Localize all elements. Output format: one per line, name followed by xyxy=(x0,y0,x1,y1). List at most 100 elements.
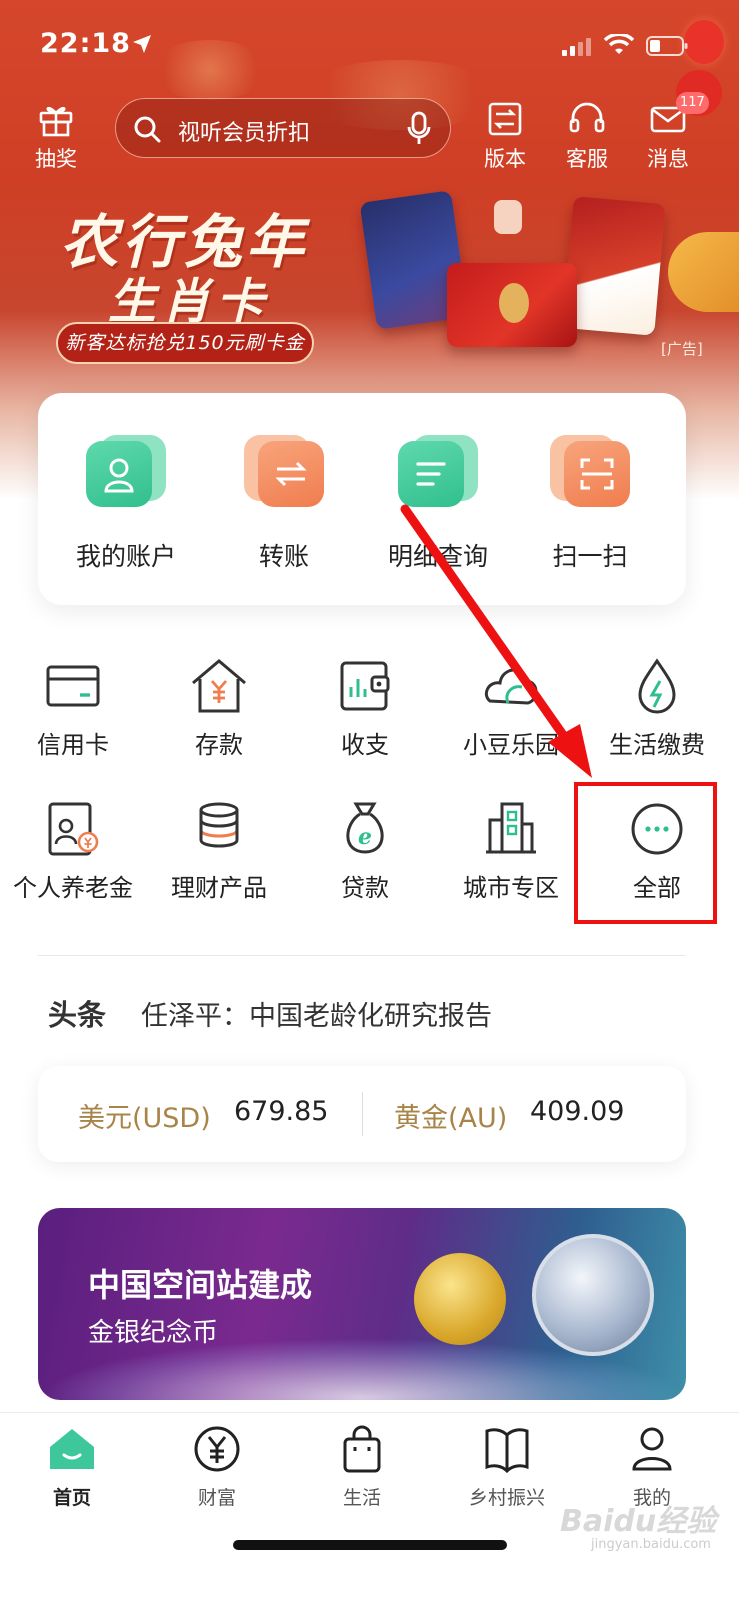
gold-decoration xyxy=(668,232,739,312)
loan-label: 贷款 xyxy=(341,874,389,902)
ad-tag: [广告] xyxy=(661,340,703,358)
section-divider xyxy=(38,955,686,956)
yuan-icon xyxy=(194,1426,240,1472)
lantern-decoration xyxy=(494,200,522,234)
status-time: 22:18 xyxy=(40,28,131,59)
my-account-button[interactable]: 我的账户 xyxy=(56,429,196,573)
coin-promo-subtitle: 金银纪念币 xyxy=(88,1318,219,1348)
highlight-box xyxy=(574,782,717,924)
search-bar[interactable]: 视听会员折扣 xyxy=(115,98,451,158)
silver-coin-image xyxy=(532,1234,654,1356)
watermark: Baidu经验 xyxy=(560,1504,717,1539)
profile-icon xyxy=(632,1427,672,1471)
city-zone-button[interactable]: 城市专区 xyxy=(438,798,584,903)
book-icon xyxy=(485,1428,529,1474)
shopping-bag-icon xyxy=(343,1425,381,1473)
watermark-url: jingyan.baidu.com xyxy=(591,1537,711,1552)
red-card-image xyxy=(447,263,577,347)
detail-query-button[interactable]: 明细查询 xyxy=(368,429,508,573)
rabbit-card-image xyxy=(562,196,666,336)
bean-garden-label: 小豆乐园 xyxy=(463,731,559,759)
svg-text:e: e xyxy=(358,824,372,850)
deposit-icon xyxy=(192,659,246,713)
personal-pension-label: 个人养老金 xyxy=(13,874,133,902)
usd-label: 美元(USD) xyxy=(78,1103,211,1134)
banner-offer: 新客达标抢兑150元刷卡金 xyxy=(56,322,314,364)
loan-icon: e xyxy=(346,802,384,854)
tab-home-label: 首页 xyxy=(52,1487,91,1509)
garden-icon xyxy=(484,668,538,705)
wifi-icon xyxy=(604,34,634,54)
customer-service-button[interactable]: 客服 xyxy=(552,101,622,173)
deposit-label: 存款 xyxy=(195,731,243,759)
wealth-product-icon xyxy=(199,802,239,848)
city-zone-label: 城市专区 xyxy=(463,874,559,902)
quick-actions-panel: 我的账户 转账 明细查询 扫一扫 xyxy=(38,393,686,605)
rates-panel[interactable]: 美元(USD) 679.85 黄金(AU) 409.09 xyxy=(38,1066,686,1162)
wallet-icon xyxy=(340,661,390,711)
utility-payment-label: 生活缴费 xyxy=(609,731,705,759)
usd-value: 679.85 xyxy=(234,1096,329,1127)
detail-list-icon xyxy=(398,429,478,509)
loan-button[interactable]: e 贷款 xyxy=(292,798,438,903)
message-count-badge: 117 xyxy=(676,92,709,114)
credit-card-label: 信用卡 xyxy=(37,731,109,759)
user-account-icon xyxy=(86,429,166,509)
search-icon xyxy=(134,116,161,143)
battery-icon xyxy=(646,36,688,56)
personal-pension-button[interactable]: 个人养老金 xyxy=(0,798,146,903)
utility-icon xyxy=(638,658,676,714)
bean-garden-button[interactable]: 小豆乐园 xyxy=(438,655,584,760)
wealth-products-label: 理财产品 xyxy=(171,874,267,902)
tab-wealth[interactable]: 财富 xyxy=(162,1423,272,1510)
scan-icon xyxy=(550,429,630,509)
headline-text[interactable]: 任泽平：中国老龄化研究报告 xyxy=(141,994,492,1033)
messages-label: 消息 xyxy=(647,147,689,171)
gift-icon xyxy=(39,106,73,137)
income-expense-label: 收支 xyxy=(341,731,389,759)
credit-card-button[interactable]: 信用卡 xyxy=(0,655,146,760)
home-indicator[interactable] xyxy=(233,1540,507,1550)
transfer-icon xyxy=(244,429,324,509)
customer-service-label: 客服 xyxy=(566,147,608,171)
coin-promo-title: 中国空间站建成 xyxy=(88,1266,313,1304)
my-account-label: 我的账户 xyxy=(75,542,176,571)
version-switch-icon xyxy=(488,102,522,136)
transfer-button[interactable]: 转账 xyxy=(214,429,354,573)
tab-rural-label: 乡村振兴 xyxy=(468,1487,545,1509)
version-label: 版本 xyxy=(484,147,526,171)
scan-button[interactable]: 扫一扫 xyxy=(520,429,660,573)
home-icon xyxy=(50,1429,94,1469)
microphone-icon[interactable] xyxy=(406,111,432,147)
version-button[interactable]: 版本 xyxy=(470,101,540,173)
credit-card-icon xyxy=(46,665,100,707)
city-icon xyxy=(486,802,536,854)
gold-value: 409.09 xyxy=(530,1096,625,1127)
headline-tag: 头条 xyxy=(48,998,107,1032)
transfer-label: 转账 xyxy=(258,542,309,571)
headset-icon xyxy=(569,102,605,133)
gold-label: 黄金(AU) xyxy=(394,1103,508,1134)
lottery-button[interactable]: 抽奖 xyxy=(21,101,91,173)
income-expense-button[interactable]: 收支 xyxy=(292,655,438,760)
tab-wealth-label: 财富 xyxy=(197,1487,236,1509)
status-bar: 22:18 xyxy=(0,0,739,90)
utility-payment-button[interactable]: 生活缴费 xyxy=(584,655,730,760)
detail-query-label: 明细查询 xyxy=(387,542,488,571)
lottery-label: 抽奖 xyxy=(35,147,77,171)
location-arrow-icon xyxy=(133,35,151,53)
rates-divider xyxy=(362,1092,363,1136)
tab-life[interactable]: 生活 xyxy=(307,1423,417,1510)
pension-icon xyxy=(48,802,99,856)
deposit-button[interactable]: 存款 xyxy=(146,655,292,760)
tab-rural[interactable]: 乡村振兴 xyxy=(452,1423,562,1510)
tab-home[interactable]: 首页 xyxy=(17,1423,127,1510)
tab-life-label: 生活 xyxy=(342,1487,381,1509)
app-screen: 22:18 抽奖 视听会员折扣 版本 客服 消息 117 农行兔年 生肖卡 新客… xyxy=(0,0,739,1600)
search-placeholder: 视听会员折扣 xyxy=(178,121,311,146)
signal-icon xyxy=(562,38,591,56)
scan-label: 扫一扫 xyxy=(552,542,628,571)
gold-coin-image xyxy=(414,1253,506,1345)
coin-promo-banner[interactable]: 中国空间站建成 金银纪念币 xyxy=(38,1208,686,1400)
wealth-products-button[interactable]: 理财产品 xyxy=(146,798,292,903)
